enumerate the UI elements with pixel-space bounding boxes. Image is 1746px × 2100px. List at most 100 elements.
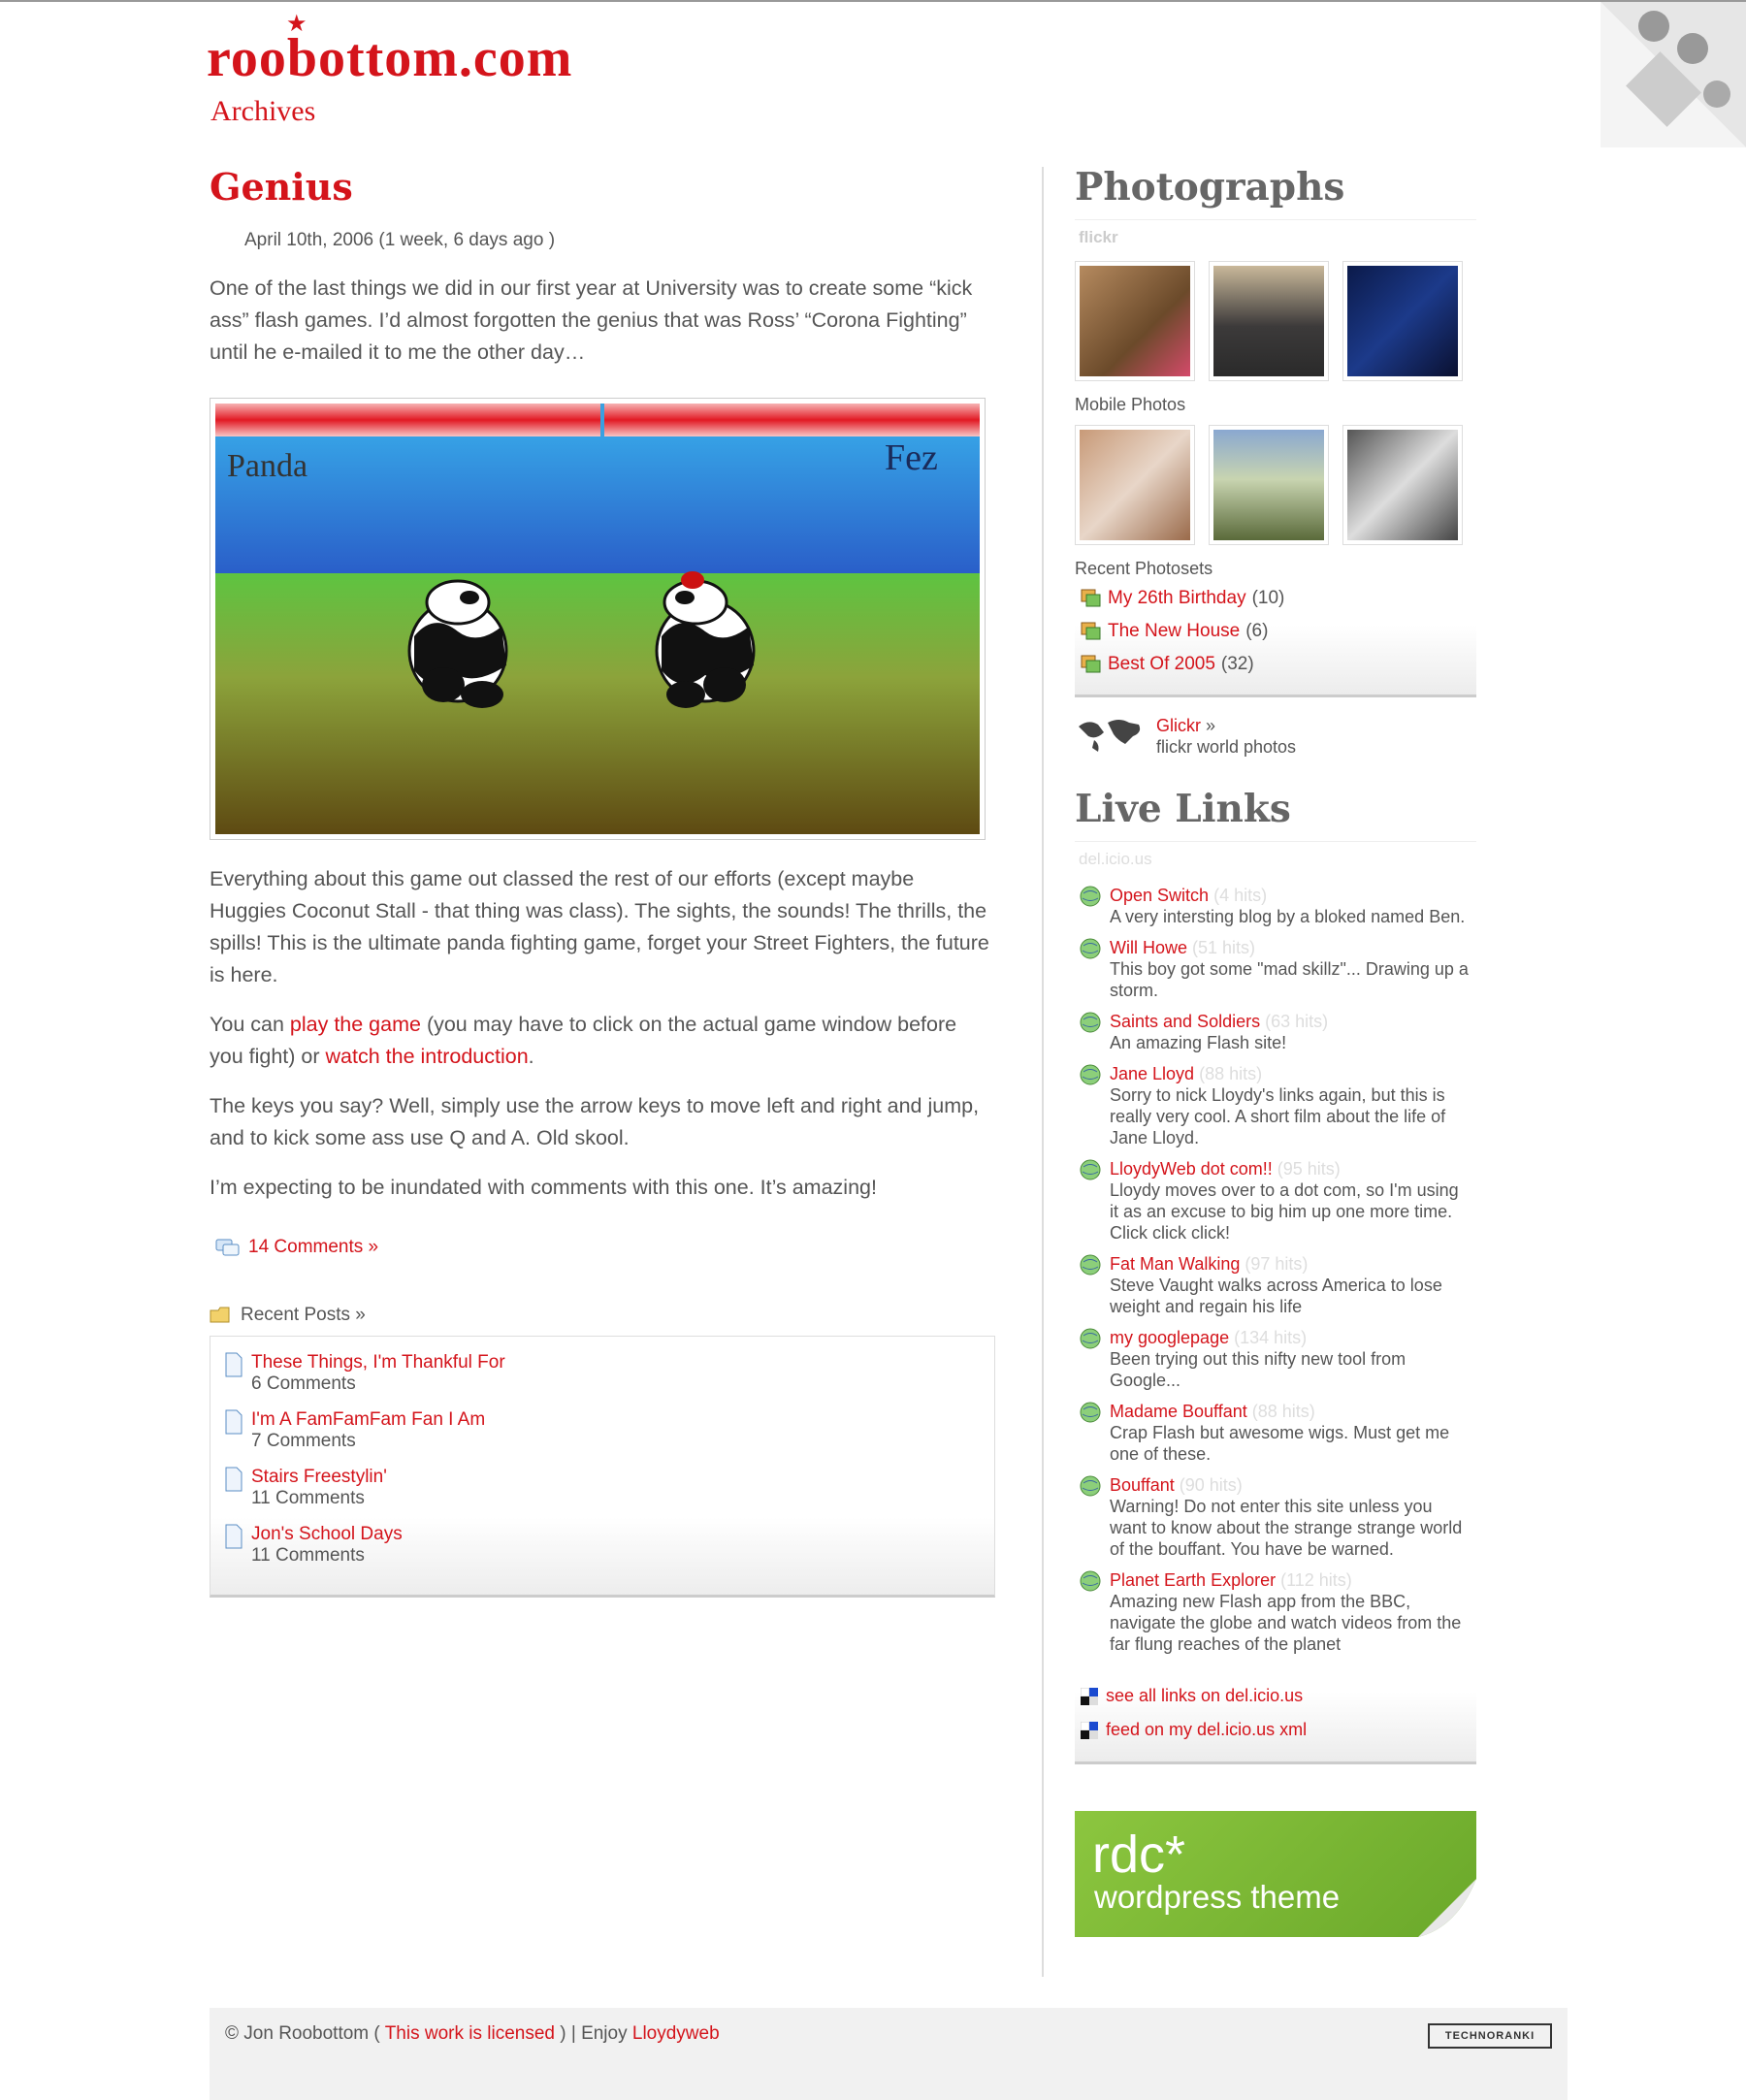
post-date: April 10th, 2006 (1 week, 6 days ago ) [244,230,556,250]
folder-icon [210,1307,230,1323]
photographs-heading: Photographs [1075,165,1476,220]
recent-posts-heading-text: Recent Posts » [241,1305,366,1325]
photo-thumbnail[interactable] [1209,261,1329,381]
live-link-title[interactable]: LloydyWeb dot com!! [1110,1159,1273,1179]
document-icon [225,1467,242,1492]
para3-text-post: . [528,1045,534,1068]
live-link-title[interactable]: Madame Bouffant [1110,1402,1247,1421]
delicious-label[interactable]: del.icio.us [1079,850,1476,869]
play-game-link[interactable]: play the game [290,1013,421,1036]
live-link-title[interactable]: Planet Earth Explorer [1110,1570,1276,1590]
recent-post-item[interactable]: These Things, I'm Thankful For 6 Comments [224,1352,994,1395]
recent-post-comments: 11 Comments [251,1488,365,1508]
post-title[interactable]: Genius [210,165,995,209]
globe-icon [1080,1475,1101,1497]
live-link-item[interactable]: Planet Earth Explorer (112 hits) Amazing … [1079,1569,1476,1655]
recent-posts-heading[interactable]: Recent Posts » [210,1305,995,1326]
globe-icon [1080,938,1101,959]
delicious-feed-link[interactable]: feed on my del.icio.us xml [1081,1720,1476,1740]
live-link-item[interactable]: Fat Man Walking (97 hits) Steve Vaught wa… [1079,1253,1476,1317]
document-icon [225,1409,242,1435]
globe-icon [1080,886,1101,907]
photoset-item[interactable]: The New House (6) [1081,621,1476,642]
globe-icon [1080,1328,1101,1349]
live-link-title[interactable]: Will Howe [1110,938,1187,957]
photo-thumbnail[interactable] [1075,261,1195,381]
comment-bubble-icon [215,1239,240,1256]
recent-post-title[interactable]: Jon's School Days [251,1524,403,1544]
glickr-link[interactable]: Glickr [1156,716,1201,735]
comments-link-text[interactable]: 14 Comments » [248,1237,378,1258]
lloydyweb-link[interactable]: Lloydyweb [632,2023,720,2044]
document-icon [225,1524,242,1549]
watch-intro-link[interactable]: watch the introduction [326,1045,529,1068]
live-link-item[interactable]: Saints and Soldiers (63 hits) An amazing … [1079,1011,1476,1053]
live-link-item[interactable]: Bouffant (90 hits) Warning! Do not enter … [1079,1474,1476,1560]
live-link-item[interactable]: LloydyWeb dot com!! (95 hits) Lloydy move… [1079,1158,1476,1244]
site-name[interactable]: roobottom.com [207,31,572,85]
recent-post-item[interactable]: Jon's School Days 11 Comments [224,1524,994,1567]
photoset-item[interactable]: Best Of 2005 (32) [1081,654,1476,675]
photoset-item[interactable]: My 26th Birthday (10) [1081,588,1476,609]
recent-post-title[interactable]: I'm A FamFamFam Fan I Am [251,1409,485,1430]
delicious-feed-text[interactable]: feed on my del.icio.us xml [1106,1720,1307,1740]
photo-thumbnail[interactable] [1342,261,1463,381]
glickr-block[interactable]: Glickr » flickr world photos [1075,715,1476,758]
recent-post-comments: 7 Comments [251,1431,356,1451]
game-screenshot: Panda Fez [210,398,986,840]
recent-post-item[interactable]: I'm A FamFamFam Fan I Am 7 Comments [224,1409,994,1452]
live-link-desc: Sorry to nick Lloydy's links again, but … [1110,1085,1446,1147]
live-link-item[interactable]: Madame Bouffant (88 hits) Crap Flash but … [1079,1401,1476,1465]
recent-post-comments: 11 Comments [251,1545,365,1566]
photoset-count: (32) [1220,654,1254,674]
para3-text-pre: You can [210,1013,290,1036]
see-all-links[interactable]: see all links on del.icio.us [1081,1686,1476,1706]
recent-post-item[interactable]: Stairs Freestylin' 11 Comments [224,1467,994,1509]
rdc-theme-banner[interactable]: rdc* wordpress theme [1075,1811,1476,1937]
live-link-item[interactable]: my googlepage (134 hits) Been trying out … [1079,1327,1476,1391]
technorati-badge[interactable]: TECHNORANKI [1428,2023,1552,2049]
see-all-links-text[interactable]: see all links on del.icio.us [1106,1686,1303,1706]
license-link[interactable]: This work is licensed [385,2023,555,2044]
live-link-title[interactable]: Fat Man Walking [1110,1254,1240,1274]
photoset-name[interactable]: The New House [1108,621,1240,642]
site-logo[interactable]: ★ roobottom.com Archives [207,11,572,128]
post-paragraph-2: Everything about this game out classed t… [210,867,989,986]
live-link-desc: Been trying out this nifty new tool from… [1110,1349,1406,1390]
photoset-name[interactable]: Best Of 2005 [1108,654,1215,675]
post-paragraph-4: The keys you say? Well, simply use the a… [210,1094,980,1149]
recent-post-title[interactable]: These Things, I'm Thankful For [251,1352,505,1373]
live-link-title[interactable]: Jane Lloyd [1110,1064,1194,1083]
photoset-name[interactable]: My 26th Birthday [1108,588,1246,609]
recent-post-title[interactable]: Stairs Freestylin' [251,1467,387,1487]
live-link-hits: (51 hits) [1192,938,1256,957]
live-link-hits: (95 hits) [1277,1159,1341,1179]
photo-thumbnail[interactable] [1209,425,1329,545]
footer-mid-text: ) | Enjoy [554,2023,632,2044]
live-link-title[interactable]: Saints and Soldiers [1110,1012,1260,1031]
multipack-corner-badge[interactable] [1600,2,1746,147]
comments-link[interactable]: 14 Comments » [215,1237,995,1258]
star-icon: ★ [286,11,307,37]
footer-copyright: © Jon Roobottom ( [225,2023,385,2044]
live-link-hits: (97 hits) [1245,1254,1309,1274]
archives-link[interactable]: Archives [210,95,572,128]
photo-thumbnail[interactable] [1342,425,1463,545]
live-link-desc: Crap Flash but awesome wigs. Must get me… [1110,1423,1450,1464]
live-link-item[interactable]: Jane Lloyd (88 hits) Sorry to nick Lloydy… [1079,1063,1476,1148]
live-link-desc: Steve Vaught walks across America to los… [1110,1276,1442,1316]
live-link-title[interactable]: my googlepage [1110,1328,1229,1347]
live-link-desc: A very intersting blog by a bloked named… [1110,907,1466,926]
mobile-photos-label: Mobile Photos [1075,395,1186,414]
photoset-count: (6) [1245,621,1269,641]
delicious-links-box: see all links on del.icio.us feed on my … [1075,1674,1476,1764]
live-link-title[interactable]: Open Switch [1110,886,1209,905]
photoset-icon [1081,655,1101,673]
flickr-logo[interactable]: flickr [1079,228,1476,247]
live-link-item[interactable]: Open Switch (4 hits) A very intersting bl… [1079,885,1476,927]
document-icon [225,1352,242,1377]
photo-thumbnail[interactable] [1075,425,1195,545]
footer-text: © Jon Roobottom ( This work is licensed … [225,2023,720,2045]
live-link-item[interactable]: Will Howe (51 hits) This boy got some "ma… [1079,937,1476,1001]
live-link-title[interactable]: Bouffant [1110,1475,1175,1495]
